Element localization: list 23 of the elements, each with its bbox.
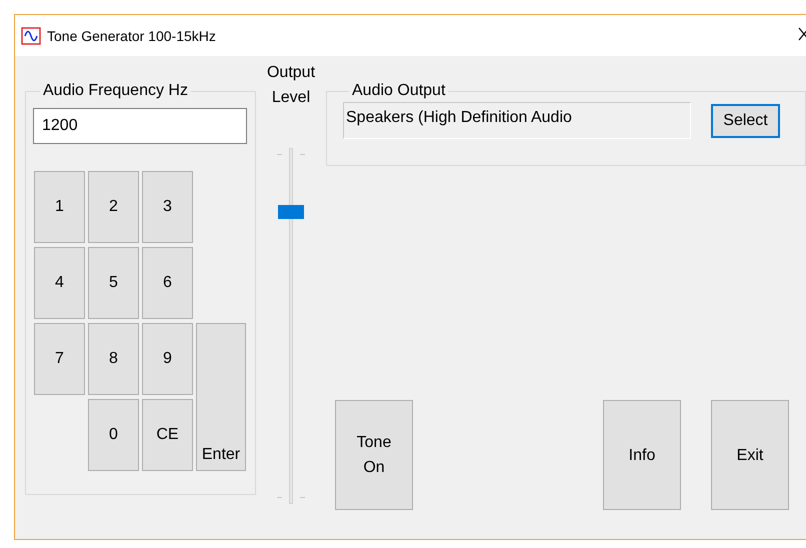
action-button[interactable]: Exit	[711, 400, 789, 510]
enter-button[interactable]: Enter	[196, 323, 246, 471]
keypad-button[interactable]: 8	[88, 323, 139, 395]
keypad-button[interactable]: 4	[34, 247, 85, 319]
window-title: Tone Generator 100-15kHz	[47, 28, 216, 44]
keypad-button[interactable]: 2	[88, 171, 139, 243]
keypad-button[interactable]: 0	[88, 399, 139, 471]
keypad-button[interactable]: 9	[142, 323, 193, 395]
device-field: Speakers (High Definition Audio	[343, 102, 691, 139]
keypad-button[interactable]: CE	[142, 399, 193, 471]
frequency-field[interactable]: 1200	[33, 108, 247, 144]
keypad-button[interactable]: 3	[142, 171, 193, 243]
keypad-button[interactable]: 5	[88, 247, 139, 319]
keypad-button[interactable]: 1	[34, 171, 85, 243]
sine-wave-icon	[21, 26, 41, 44]
action-button[interactable]: Tone On	[335, 400, 413, 510]
action-button[interactable]: Info	[603, 400, 681, 510]
keypad-button[interactable]: 6	[142, 247, 193, 319]
group-label: Audio Output	[351, 82, 446, 100]
keypad-button[interactable]: 7	[34, 323, 85, 395]
select-button[interactable]: Select	[711, 104, 780, 138]
group-label: Audio Frequency Hz	[42, 82, 189, 100]
output-level-label: Output Level	[266, 63, 316, 108]
